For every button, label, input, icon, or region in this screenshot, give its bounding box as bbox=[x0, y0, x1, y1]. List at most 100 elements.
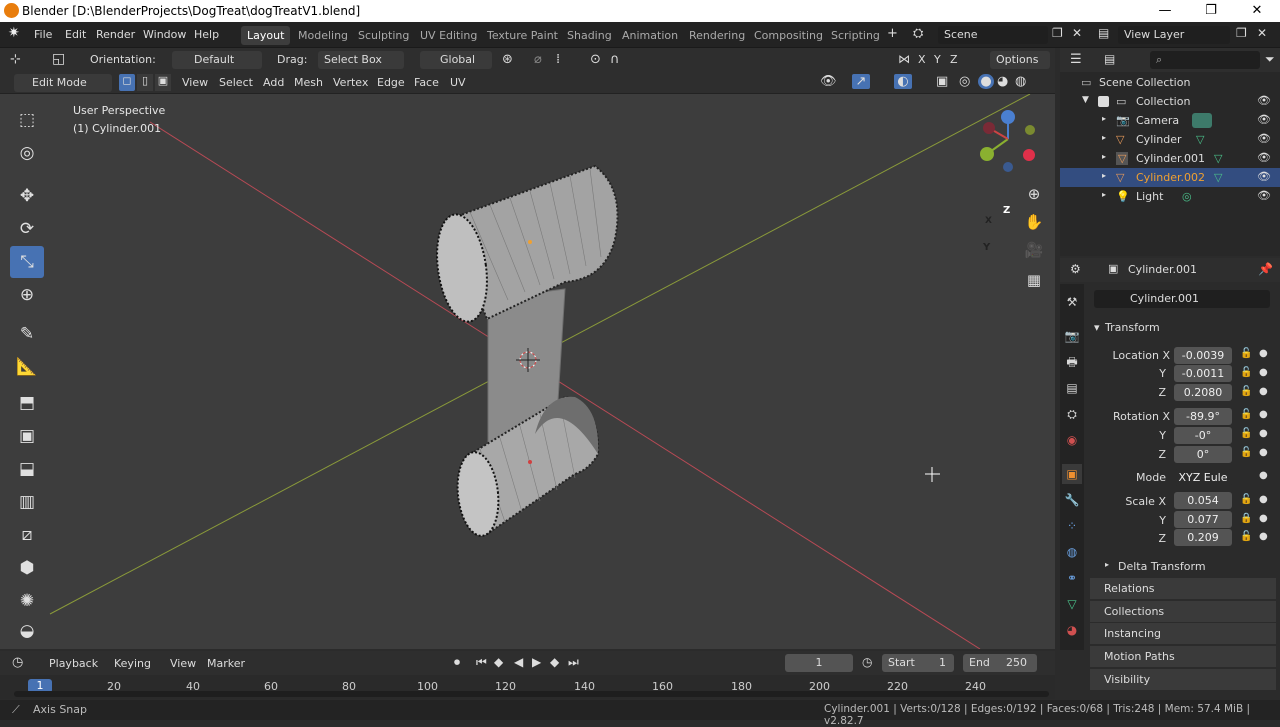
remove-scene-icon[interactable]: ✕ bbox=[1072, 26, 1082, 40]
3d-viewport[interactable]: Z Y X User Perspective (1) Cylinder.001 … bbox=[0, 94, 1055, 649]
keyframe-dot-icon[interactable]: ● bbox=[1259, 386, 1268, 397]
bevel-icon[interactable]: ⬓ bbox=[10, 453, 44, 485]
keyframe-dot-icon[interactable]: ● bbox=[1259, 447, 1268, 458]
physics-tab-icon[interactable]: ◍ bbox=[1062, 542, 1082, 562]
eye-icon[interactable]: 👁 bbox=[1257, 113, 1271, 126]
lock-icon[interactable]: 🔓 bbox=[1240, 531, 1252, 542]
tab-modeling[interactable]: Modeling bbox=[292, 26, 354, 45]
record-icon[interactable]: ⏺ bbox=[454, 655, 460, 670]
locked-icon[interactable]: 🔒 bbox=[1240, 513, 1252, 524]
menu-marker[interactable]: Marker bbox=[207, 657, 245, 670]
scale-z-field[interactable]: 0.209 bbox=[1174, 529, 1232, 546]
play-reverse-icon[interactable]: ◀ bbox=[514, 655, 523, 669]
blender-menu-icon[interactable]: ✷ bbox=[8, 25, 20, 41]
move-icon[interactable]: ✥ bbox=[10, 180, 44, 212]
timeline-scrollbar[interactable] bbox=[14, 691, 1049, 697]
expand-arrow-icon[interactable]: ▼ bbox=[1082, 95, 1089, 105]
filter-icon[interactable]: ⏷ bbox=[1265, 52, 1275, 67]
close-button[interactable]: ✕ bbox=[1234, 1, 1280, 21]
menu-view[interactable]: View bbox=[182, 76, 208, 89]
menu-vertex[interactable]: Vertex bbox=[333, 76, 368, 89]
menu-keying[interactable]: Keying bbox=[114, 657, 151, 670]
material-tab-icon[interactable]: ◕ bbox=[1062, 620, 1082, 640]
gizmo-x-label[interactable]: X bbox=[985, 216, 992, 226]
lock-icon[interactable]: 🔓 bbox=[1240, 367, 1252, 378]
expand-arrow-icon[interactable]: ▸ bbox=[1102, 152, 1106, 161]
orientation-dropdown[interactable]: Default bbox=[172, 51, 262, 69]
panel-collections[interactable]: Collections bbox=[1090, 601, 1276, 622]
zoom-icon[interactable]: ⊕ bbox=[1022, 182, 1046, 206]
tab-scripting[interactable]: Scripting bbox=[825, 26, 886, 45]
overlay-toggle-icon[interactable]: ◐ bbox=[894, 74, 912, 89]
expand-arrow-icon[interactable]: ▸ bbox=[1102, 171, 1106, 180]
prev-keyframe-icon[interactable]: ◆ bbox=[494, 655, 503, 669]
location-y-field[interactable]: -0.0011 bbox=[1174, 365, 1232, 382]
pan-hand-icon[interactable]: ✋ bbox=[1022, 210, 1046, 234]
scale-x-field[interactable]: 0.054 bbox=[1174, 492, 1232, 509]
outliner-collection[interactable]: ▼ ▭ Collection 👁 bbox=[1060, 92, 1280, 111]
particles-tab-icon[interactable]: ⁘ bbox=[1062, 516, 1082, 536]
vertex-select-icon[interactable]: ◻ bbox=[119, 74, 135, 91]
menu-playback[interactable]: Playback bbox=[49, 657, 98, 670]
timeline-editor-icon[interactable]: ◷ bbox=[12, 655, 23, 670]
menu-face[interactable]: Face bbox=[414, 76, 439, 89]
lock-icon[interactable]: 🔓 bbox=[1240, 428, 1252, 439]
output-tab-icon[interactable]: 🖶 bbox=[1062, 352, 1082, 372]
preview-range-icon[interactable]: ◷ bbox=[862, 655, 872, 669]
outliner-item-cylinder[interactable]: ▸ ▽ Cylinder ▽ 👁 bbox=[1060, 130, 1280, 149]
menu-timeline-view[interactable]: View bbox=[170, 657, 196, 670]
rotation-y-field[interactable]: -0° bbox=[1174, 427, 1232, 444]
inset-icon[interactable]: ▣ bbox=[10, 420, 44, 452]
knife-icon[interactable]: ⧄ bbox=[10, 519, 44, 551]
outliner-item-cylinder-002[interactable]: ▸ ▽ Cylinder.002 ▽ 👁 bbox=[1060, 168, 1280, 187]
new-scene-icon[interactable]: ❐ bbox=[1052, 26, 1063, 40]
tab-sculpting[interactable]: Sculpting bbox=[352, 26, 415, 45]
snap-icon[interactable]: ⌀ bbox=[534, 52, 542, 67]
pin-icon[interactable]: 📌 bbox=[1258, 262, 1273, 276]
new-view-layer-icon[interactable]: ❐ bbox=[1236, 26, 1247, 40]
face-select-icon[interactable]: ▣ bbox=[155, 74, 171, 91]
poly-build-icon[interactable]: ⬢ bbox=[10, 552, 44, 584]
maximize-button[interactable]: ❐ bbox=[1188, 1, 1234, 21]
visibility-selectability-icon[interactable]: 👁 bbox=[820, 74, 837, 89]
menu-edge[interactable]: Edge bbox=[377, 76, 405, 89]
menu-add[interactable]: Add bbox=[263, 76, 284, 89]
panel-motion-paths[interactable]: Motion Paths bbox=[1090, 646, 1276, 667]
expand-arrow-icon[interactable]: ▸ bbox=[1102, 114, 1106, 123]
panel-visibility[interactable]: Visibility bbox=[1090, 669, 1276, 690]
outliner-editor-icon[interactable]: ☰ bbox=[1070, 52, 1082, 67]
render-tab-icon[interactable]: 📷 bbox=[1062, 326, 1082, 346]
lock-icon[interactable]: 🔓 bbox=[1240, 348, 1252, 359]
tab-uv-editing[interactable]: UV Editing bbox=[414, 26, 483, 45]
tool-tab-icon[interactable]: ⚒ bbox=[1062, 292, 1082, 312]
menu-window[interactable]: Window bbox=[143, 28, 186, 41]
tab-compositing[interactable]: Compositing bbox=[748, 26, 829, 45]
menu-select[interactable]: Select bbox=[219, 76, 253, 89]
smooth-icon[interactable]: ◒ bbox=[10, 615, 44, 647]
scale-y-field[interactable]: 0.077 bbox=[1174, 511, 1232, 528]
gizmo-z-label[interactable]: Z bbox=[1003, 205, 1010, 216]
object-tab-icon[interactable]: ▣ bbox=[1062, 464, 1082, 484]
select-box-icon[interactable]: ⬚ bbox=[10, 104, 44, 136]
location-z-field[interactable]: 0.2080 bbox=[1174, 384, 1232, 401]
collapse-arrow-icon[interactable]: ▸ bbox=[1105, 560, 1109, 569]
remove-view-layer-icon[interactable]: ✕ bbox=[1257, 26, 1267, 40]
add-workspace-button[interactable]: + bbox=[887, 26, 898, 41]
data-tab-icon[interactable]: ▽ bbox=[1062, 594, 1082, 614]
ortho-toggle-icon[interactable]: ▦ bbox=[1022, 268, 1046, 292]
lock-icon[interactable]: 🔓 bbox=[1240, 494, 1252, 505]
panel-instancing[interactable]: Instancing bbox=[1090, 623, 1276, 644]
display-mode-icon[interactable]: ▤ bbox=[1104, 52, 1115, 66]
mirror-z-toggle[interactable]: Z bbox=[950, 53, 958, 66]
transform-icon[interactable]: ⊕ bbox=[10, 279, 44, 311]
delta-transform-subpanel[interactable]: Delta Transform bbox=[1118, 560, 1206, 573]
tab-layout[interactable]: Layout bbox=[241, 26, 291, 45]
transform-orientation-dropdown[interactable]: Global bbox=[420, 51, 492, 69]
scene-tab-icon[interactable]: ⛭ bbox=[1062, 404, 1082, 424]
edge-select-icon[interactable]: ▯ bbox=[137, 74, 153, 91]
tab-shading[interactable]: Shading bbox=[561, 26, 618, 45]
editor-type-icon[interactable]: ⊹ bbox=[10, 52, 21, 67]
current-frame-field[interactable]: 1 bbox=[785, 654, 853, 672]
outliner-item-camera[interactable]: ▸ 📷 Camera 👁 bbox=[1060, 111, 1280, 130]
camera-data-icon[interactable] bbox=[1192, 113, 1212, 128]
